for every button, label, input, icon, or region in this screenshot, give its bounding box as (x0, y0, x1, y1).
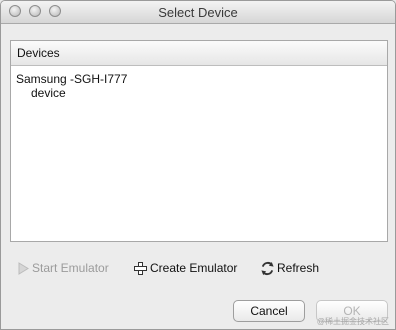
device-list-item[interactable]: Samsung -SGH-I777 device (11, 66, 387, 106)
window-title: Select Device (158, 5, 238, 20)
create-emulator-button[interactable]: Create Emulator (133, 259, 237, 277)
refresh-button[interactable]: Refresh (260, 259, 319, 277)
refresh-icon (261, 261, 274, 275)
play-icon (18, 261, 29, 275)
refresh-label: Refresh (277, 261, 320, 275)
select-device-window: Select Device Devices Samsung -SGH-I777 … (0, 0, 396, 330)
device-name: Samsung -SGH-I777 (16, 72, 128, 86)
cancel-button[interactable]: Cancel (233, 300, 305, 322)
title-bar: Select Device (1, 1, 395, 24)
plus-icon (134, 261, 147, 275)
start-emulator-label: Start Emulator (32, 261, 109, 275)
devices-panel: Devices Samsung -SGH-I777 device (10, 40, 388, 242)
start-emulator-button[interactable]: Start Emulator (15, 259, 109, 277)
device-serial: device (31, 86, 66, 100)
create-emulator-label: Create Emulator (150, 261, 238, 275)
devices-header: Devices (11, 41, 387, 66)
watermark: @稀土掘金技术社区 (316, 317, 389, 326)
